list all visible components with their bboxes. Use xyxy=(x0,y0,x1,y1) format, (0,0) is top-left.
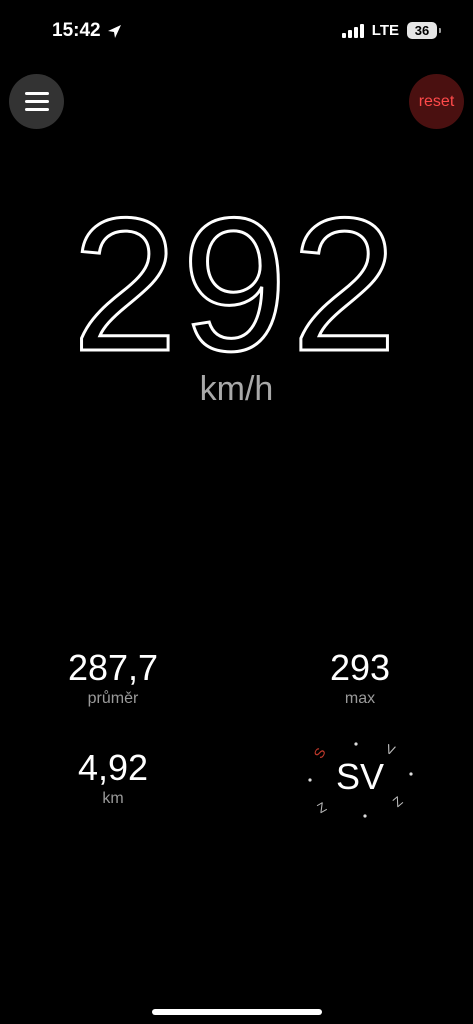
speedometer-screen: 15:42 LTE 36 reset 292 km/h 287,7 průměr… xyxy=(0,0,473,1024)
home-indicator[interactable] xyxy=(152,1009,322,1015)
average-speed-label: průměr xyxy=(87,690,139,707)
reset-label: reset xyxy=(418,92,455,110)
status-time-text: 15:42 xyxy=(52,20,101,41)
battery-icon: 36 xyxy=(407,22,441,39)
distance-value: 4,92 xyxy=(77,747,149,788)
reset-button[interactable]: reset xyxy=(409,74,464,129)
max-speed-value: 293 xyxy=(329,647,391,688)
max-speed-label: max xyxy=(344,690,376,707)
distance-label: km xyxy=(102,790,124,807)
distance-stat: 4,92 km xyxy=(43,750,183,808)
menu-button[interactable] xyxy=(9,74,64,129)
battery-level: 36 xyxy=(414,23,430,38)
cellular-signal-icon xyxy=(341,23,364,38)
status-indicators: LTE 36 xyxy=(341,22,441,39)
speed-value: 292 xyxy=(70,179,401,391)
average-speed-value: 287,7 xyxy=(67,647,159,688)
max-speed-stat: 293 max xyxy=(290,650,430,708)
svg-text:Z: Z xyxy=(315,799,329,816)
speed-unit: km/h xyxy=(199,370,274,408)
average-speed-stat: 287,7 průměr xyxy=(43,650,183,708)
hamburger-menu-icon xyxy=(24,92,49,95)
network-type: LTE xyxy=(371,22,399,39)
compass: S V Z Z SV xyxy=(298,736,422,824)
status-time: 15:42 xyxy=(52,20,122,42)
compass-heading: SV xyxy=(335,756,385,797)
location-arrow-icon xyxy=(107,24,121,38)
